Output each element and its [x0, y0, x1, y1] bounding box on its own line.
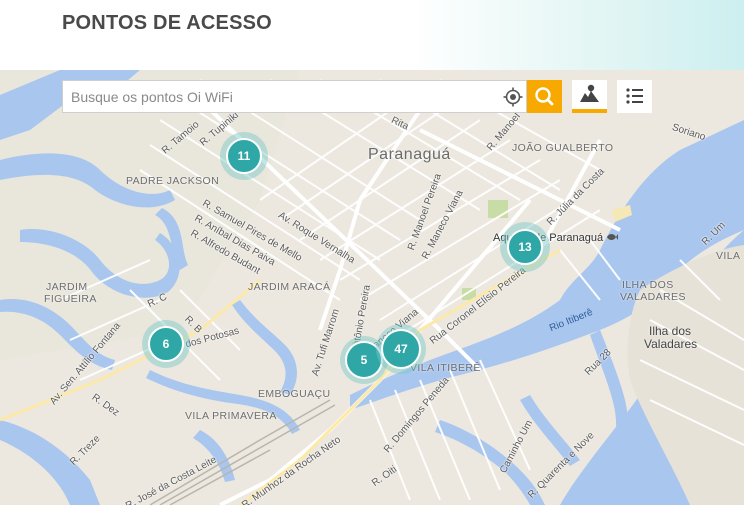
hotspot-cluster[interactable]: 47	[376, 324, 426, 374]
map-canvas[interactable]: Paranaguá JOÃO GUALBERTO PADRE JACKSON J…	[0, 70, 744, 505]
cluster-count: 47	[381, 329, 421, 369]
map-icon	[580, 84, 599, 102]
hotspot-cluster[interactable]: 11	[220, 132, 268, 180]
list-icon	[626, 88, 643, 104]
map-label-paranagua: Paranaguá	[368, 146, 451, 163]
page-title: PONTOS DE ACESSO	[62, 12, 272, 34]
fish-icon[interactable]	[605, 230, 619, 244]
hotspot-cluster[interactable]: 6	[142, 320, 190, 368]
cluster-count: 13	[507, 229, 543, 265]
map-label-ilha-dos: ILHA DOS	[622, 279, 674, 291]
cluster-count: 11	[226, 138, 262, 174]
search-icon	[535, 87, 554, 106]
map-label-figueira: FIGUEIRA	[44, 293, 97, 305]
map-label-vila-primavera: VILA PRIMAVERA	[185, 410, 277, 422]
search-bar	[62, 80, 527, 113]
map-label-vila: VILA	[716, 250, 741, 262]
hotspot-cluster[interactable]: 13	[500, 222, 550, 272]
map-label-emboguacu: EMBOGUAÇU	[258, 388, 331, 400]
map-label-valadares-city: Valadares	[644, 337, 698, 351]
search-input[interactable]	[63, 81, 493, 112]
map-label-jardim-araca: JARDIM ARACÁ	[248, 281, 331, 293]
crosshair-icon[interactable]	[502, 86, 524, 108]
map-view-button[interactable]	[572, 80, 607, 113]
page-header: PONTOS DE ACESSO	[0, 0, 744, 70]
map-label-padre-jackson: PADRE JACKSON	[126, 175, 220, 187]
map-label-ilha-dos-city: Ilha dos	[649, 324, 692, 338]
cluster-count: 6	[148, 326, 184, 362]
map-label-jardim: JARDIM	[46, 281, 88, 293]
search-button[interactable]	[527, 80, 562, 113]
map-label-valadares: VALADARES	[620, 291, 686, 303]
map-label-joao-gualberto: JOÃO GUALBERTO	[512, 142, 614, 154]
list-view-button[interactable]	[617, 80, 652, 113]
